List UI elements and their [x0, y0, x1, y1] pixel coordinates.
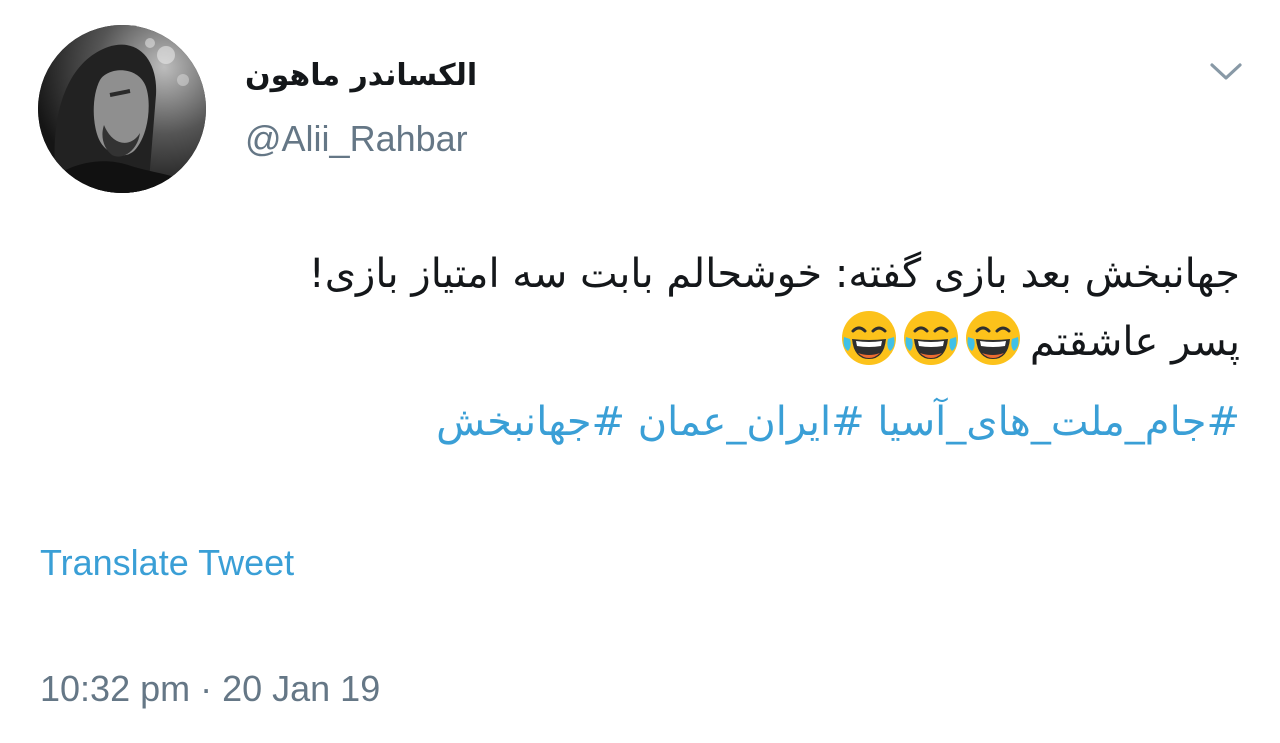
- translate-tweet-link[interactable]: Translate Tweet: [40, 542, 294, 584]
- hashtag-link[interactable]: #جام_ملت_های_آسیا: [877, 399, 1240, 445]
- avatar[interactable]: [38, 25, 206, 193]
- laughing-crying-emoji-icon: [965, 311, 1020, 365]
- hashtag-link[interactable]: #جهانبخش: [436, 399, 625, 445]
- laughing-crying-emoji-icon: [903, 311, 958, 365]
- chevron-down-icon[interactable]: [1204, 55, 1248, 89]
- tweet-card: الکساندر ماهون @Alii_Rahbar جهانبخش بعد …: [0, 0, 1280, 743]
- emoji-row: [836, 309, 1022, 388]
- hashtag-line: #جام_ملت_های_آسیا #ایران_عمان #جهانبخش: [40, 388, 1240, 456]
- display-name[interactable]: الکساندر ماهون: [245, 58, 485, 93]
- tweet-timestamp[interactable]: 10:32 pm · 20 Jan 19: [40, 668, 380, 710]
- laughing-crying-emoji-icon: [841, 311, 896, 365]
- user-handle[interactable]: @Alii_Rahbar: [245, 118, 468, 160]
- tweet-line-2-text: پسر عاشقتم: [1029, 319, 1240, 365]
- tweet-line-2: پسر عاشقتم: [40, 308, 1240, 388]
- hashtag-link[interactable]: #ایران_عمان: [638, 399, 865, 445]
- tweet-line-1: جهانبخش بعد بازی گفته: خوشحالم بابت سه ا…: [308, 251, 1240, 297]
- tweet-text: جهانبخش بعد بازی گفته: خوشحالم بابت سه ا…: [40, 240, 1240, 456]
